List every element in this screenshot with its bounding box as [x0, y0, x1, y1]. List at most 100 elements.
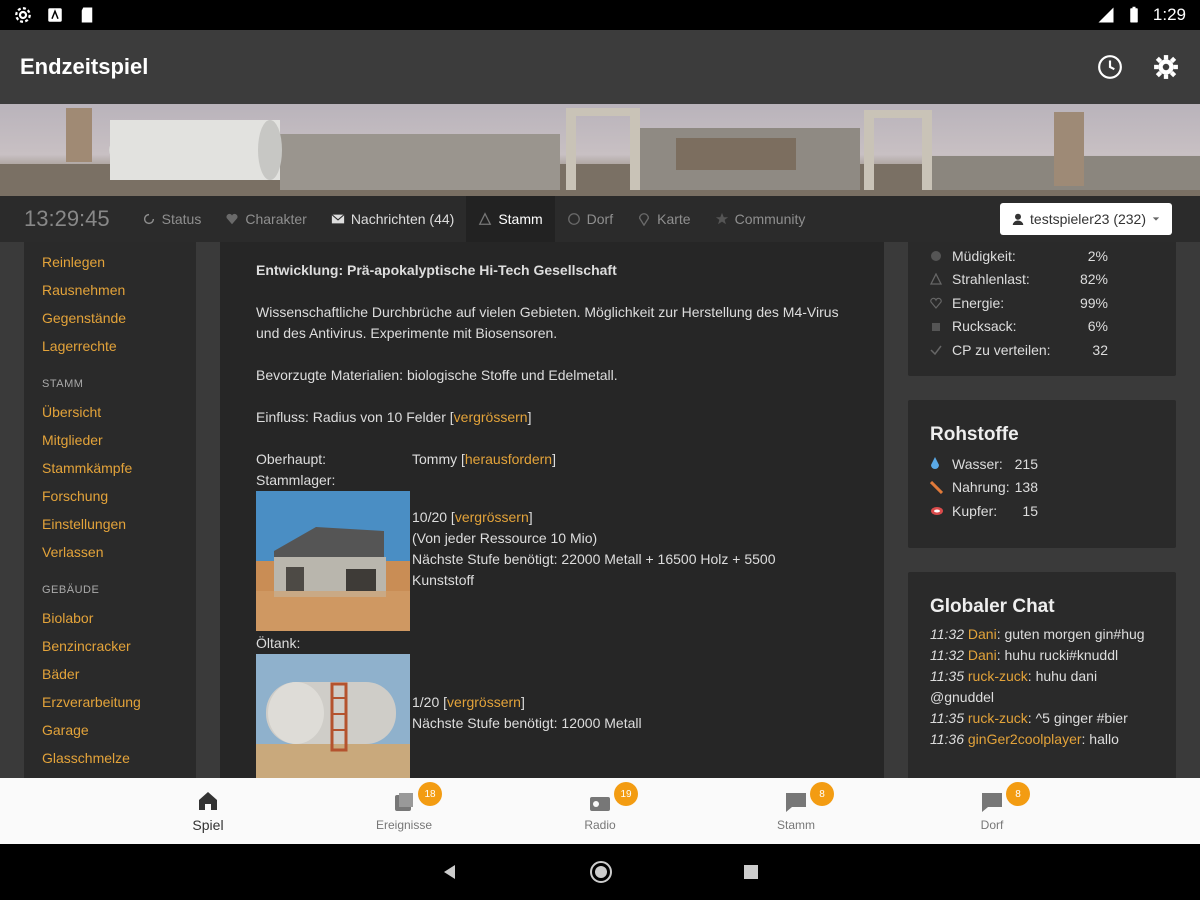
stat-value: 6% [1087, 318, 1108, 335]
sidebar-link-glasschmelze[interactable]: Glasschmelze [42, 744, 196, 772]
stat-label: Strahlenlast: [952, 271, 1030, 288]
chat-user-link[interactable]: ginGer2coolplayer [968, 731, 1082, 747]
sidebar-link-biolabor[interactable]: Biolabor [42, 604, 196, 632]
sidebar-heading-stamm: STAMM [42, 378, 84, 390]
sidebar-link-mitglieder[interactable]: Mitglieder [42, 426, 196, 454]
energy-icon [930, 296, 948, 310]
influence-text: Einfluss: Radius von 10 Felder [ [256, 409, 454, 425]
sidebar-link-stammkaempfe[interactable]: Stammkämpfe [42, 454, 196, 482]
stat-label: CP zu verteilen: [952, 341, 1051, 358]
water-drop-icon [930, 457, 948, 471]
nav-karte-label: Karte [657, 211, 691, 227]
sidebar-link-verlassen[interactable]: Verlassen [42, 538, 196, 566]
resource-value: 215 [1014, 455, 1038, 472]
chat-time: 11:36 [930, 731, 964, 747]
challenge-leader-link[interactable]: herausfordern [465, 451, 552, 467]
checkmark-icon [930, 343, 948, 357]
tab-spiel[interactable]: Spiel [110, 778, 306, 844]
stat-value: 82% [1079, 271, 1108, 288]
nav-dorf[interactable]: Dorf [555, 196, 625, 242]
storage-upgrade-link[interactable]: vergrössern [455, 509, 529, 525]
chat-user-link[interactable]: Dani [968, 626, 997, 642]
user-menu-button[interactable]: testspieler23 (232) [1000, 203, 1172, 235]
nav-karte[interactable]: Karte [625, 196, 702, 242]
nav-nachrichten-label: Nachrichten (44) [350, 211, 455, 227]
sd-card-icon [81, 7, 93, 23]
tiredness-icon [930, 249, 948, 263]
chat-text: : huhu rucki#knuddl [996, 647, 1119, 663]
clock-icon [1098, 55, 1122, 79]
battery-icon [1130, 6, 1138, 23]
home-button[interactable] [589, 860, 613, 884]
history-button[interactable] [1096, 53, 1124, 81]
stat-label: Rucksack: [952, 318, 1017, 335]
settings-button[interactable] [1152, 53, 1180, 81]
nav-nachrichten[interactable]: Nachrichten (44) [319, 196, 467, 242]
nav-dorf-label: Dorf [586, 211, 614, 227]
nav-charakter[interactable]: Charakter [213, 196, 318, 242]
resource-row: Nahrung: 138 [930, 476, 1154, 500]
influence-upgrade-link[interactable]: vergrössern [454, 409, 528, 425]
tab-stamm[interactable]: Stamm 8 [698, 778, 894, 844]
backpack-icon [930, 319, 948, 333]
chat-time: 11:35 [930, 668, 964, 684]
stat-row: Müdigkeit: 2% [930, 244, 1154, 268]
nav-status[interactable]: Status [130, 196, 214, 242]
sidebar-link-erzverarbeitung[interactable]: Erzverarbeitung [42, 688, 196, 716]
back-button[interactable] [441, 863, 459, 881]
development-heading: Entwicklung: Prä-apokalyptische Hi-Tech … [256, 262, 617, 278]
tab-ereignisse[interactable]: Ereignisse 18 [306, 778, 502, 844]
nav-community-label: Community [734, 211, 806, 227]
user-icon [1012, 213, 1024, 225]
tab-label: Spiel [192, 817, 224, 833]
sidebar-link-rausnehmen[interactable]: Rausnehmen [42, 276, 196, 304]
chat-user-link[interactable]: Dani [968, 647, 997, 663]
chat-user-link[interactable]: ruck-zuck [968, 710, 1028, 726]
chat-message: 11:35 ruck-zuck: ^5 ginger #bier [930, 708, 1154, 729]
chat-text: : guten morgen gin#hug [996, 626, 1145, 642]
nav-stamm-label: Stamm [498, 211, 543, 227]
recents-button[interactable] [743, 864, 759, 880]
nav-stamm[interactable]: Stamm [466, 196, 555, 242]
chat-icon [786, 793, 806, 812]
settings-notification-icon [15, 7, 31, 23]
oil-tank-next-level-cost: Nächste Stufe benötigt: 12000 Metall [412, 715, 642, 731]
oil-tank-image [256, 654, 410, 778]
tribe-icon [479, 212, 492, 225]
sidebar-link-forschung[interactable]: Forschung [42, 482, 196, 510]
oil-tank-upgrade-link[interactable]: vergrössern [447, 694, 521, 710]
resource-row: Kupfer: 15 [930, 499, 1154, 523]
sidebar-link-baeder[interactable]: Bäder [42, 660, 196, 688]
chat-message: 11:32 Dani: huhu rucki#knuddl [930, 645, 1154, 666]
storage-building-image [256, 491, 410, 631]
development-description: Wissenschaftliche Durchbrüche auf vielen… [256, 304, 839, 341]
game-nav-bar: 13:29:45 Status Charakter Nachrichten (4… [0, 196, 1200, 242]
nav-community[interactable]: Community [703, 196, 818, 242]
character-stats-panel: Müdigkeit: 2% Strahlenlast: 82% Energie: 99… [908, 242, 1176, 376]
sidebar-link-gegenstaende[interactable]: Gegenstände [42, 304, 196, 332]
storage-level: 10/20 [ [412, 509, 455, 525]
stat-value: 2% [1087, 247, 1108, 264]
sidebar-link-reinlegen[interactable]: Reinlegen [42, 248, 196, 276]
notification-badge: 19 [614, 782, 638, 806]
nav-status-label: Status [161, 211, 202, 227]
tab-dorf[interactable]: Dorf 8 [894, 778, 1090, 844]
sidebar-link-benzincracker[interactable]: Benzincracker [42, 632, 196, 660]
notification-badge: 18 [418, 782, 442, 806]
sidebar-heading-gebaeude: GEBÄUDE [42, 584, 100, 596]
marker-icon [639, 213, 650, 226]
storage-next-level-cost: Nächste Stufe benötigt: 22000 Metall + 1… [412, 551, 776, 588]
chat-message: 11:32 Dani: guten morgen gin#hug [930, 624, 1154, 645]
leader-label: Oberhaupt: [256, 451, 327, 467]
stat-value: 32 [1092, 341, 1108, 358]
sidebar-link-einstellungen[interactable]: Einstellungen [42, 510, 196, 538]
system-navigation-bar [0, 844, 1200, 900]
stat-row: Energie: 99% [930, 291, 1154, 315]
sidebar-link-lagerrechte[interactable]: Lagerrechte [42, 332, 196, 360]
chat-user-link[interactable]: ruck-zuck [968, 668, 1028, 684]
tab-radio[interactable]: Radio 19 [502, 778, 698, 844]
sidebar-link-garage[interactable]: Garage [42, 716, 196, 744]
stat-row: Rucksack: 6% [930, 315, 1154, 339]
tab-label: Ereignisse [375, 818, 433, 832]
sidebar-link-uebersicht[interactable]: Übersicht [42, 398, 196, 426]
